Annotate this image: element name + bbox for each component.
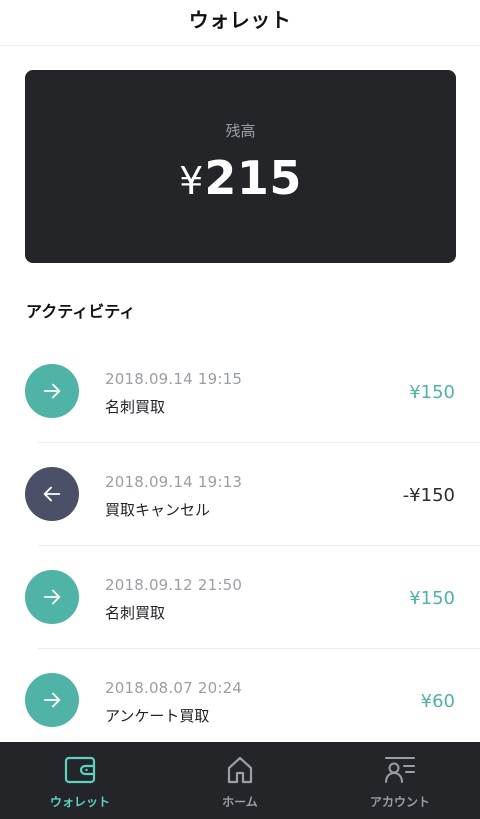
balance-label: 残高 — [225, 122, 256, 140]
list-item[interactable]: 2018.09.14 19:13 買取キャンセル -¥150 — [0, 443, 480, 546]
tab-wallet[interactable]: ウォレット — [0, 742, 160, 819]
tab-label: アカウント — [369, 795, 430, 809]
activity-description: 名刺買取 — [105, 398, 166, 416]
activity-amount: ¥150 — [409, 382, 455, 403]
bottom-tab-bar: ウォレット ホーム アカウント — [0, 742, 480, 819]
arrow-right-icon — [25, 673, 79, 727]
list-item[interactable]: 2018.09.12 21:50 名刺買取 ¥150 — [0, 546, 480, 649]
activity-list: 2018.09.14 19:15 名刺買取 ¥150 2018.09.14 19… — [0, 340, 480, 752]
activity-amount: -¥150 — [402, 485, 455, 506]
balance-amount: ¥ 215 — [179, 151, 302, 205]
activity-description: 買取キャンセル — [105, 501, 211, 519]
wallet-screen: ウォレット 残高 ¥ 215 アクティビティ 2018.09.14 19:15 … — [0, 0, 480, 819]
activity-date: 2018.08.07 20:24 — [105, 679, 243, 697]
arrow-right-icon — [25, 364, 79, 418]
page-title: ウォレット — [188, 8, 292, 32]
activity-description: アンケート買取 — [105, 707, 210, 725]
balance-card: 残高 ¥ 215 — [25, 70, 456, 263]
wallet-icon — [64, 756, 96, 784]
activity-date: 2018.09.14 19:15 — [105, 370, 243, 388]
activity-amount: ¥60 — [420, 691, 455, 712]
tab-label: ウォレット — [49, 795, 110, 809]
account-icon — [385, 757, 415, 783]
activity-date: 2018.09.14 19:13 — [105, 473, 243, 491]
activity-amount: ¥150 — [409, 588, 455, 609]
tab-home[interactable]: ホーム — [160, 742, 320, 819]
list-item[interactable]: 2018.08.07 20:24 アンケート買取 ¥60 — [0, 649, 480, 752]
app-header: ウォレット — [0, 0, 480, 46]
activity-section-title: アクティビティ — [26, 302, 136, 321]
balance-currency: ¥ — [179, 159, 204, 203]
activity-date: 2018.09.12 21:50 — [105, 576, 243, 594]
tab-label: ホーム — [222, 795, 258, 809]
arrow-left-icon — [25, 467, 79, 521]
balance-value: 215 — [204, 151, 302, 205]
activity-description: 名刺買取 — [105, 604, 166, 622]
arrow-right-icon — [25, 570, 79, 624]
home-icon — [227, 756, 253, 784]
list-item[interactable]: 2018.09.14 19:15 名刺買取 ¥150 — [0, 340, 480, 443]
tab-account[interactable]: アカウント — [320, 742, 480, 819]
